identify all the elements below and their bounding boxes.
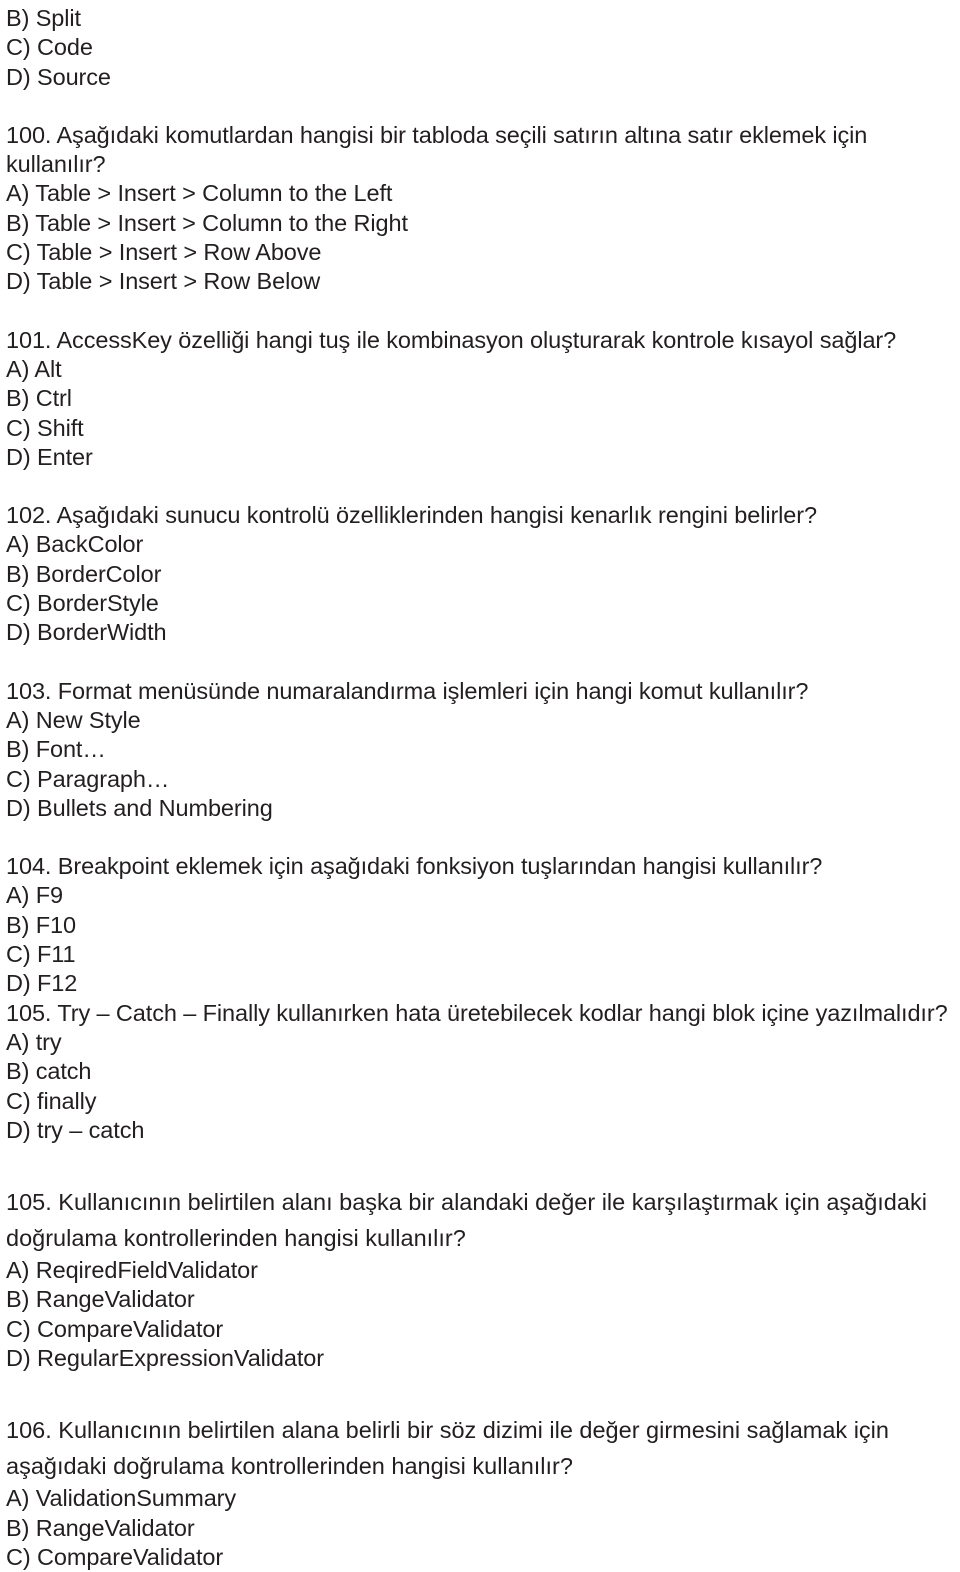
question-104-option-a: A) F9 — [6, 882, 63, 909]
question-105-compare-validator-option-a: A) ReqiredFieldValidator — [6, 1257, 258, 1284]
question-104-prompt: 104. Breakpoint eklemek için aşağıdaki f… — [6, 853, 823, 880]
option-c: C) Code — [6, 34, 93, 61]
document-page: B) Split C) Code D) Source 100. Aşağıdak… — [0, 0, 960, 1570]
question-105-compare-validator-option-d: D) RegularExpressionValidator — [6, 1344, 324, 1371]
question-106: 106. Kullanıcının belirtilen alana belir… — [6, 1412, 960, 1572]
question-103-option-d: D) Bullets and Numbering — [6, 794, 273, 821]
question-104-option-c: C) F11 — [6, 941, 76, 968]
document-body: B) Split C) Code D) Source 100. Aşağıdak… — [6, 4, 960, 1572]
question-101: 101. AccessKey özelliği hangi tuş ile ko… — [6, 326, 960, 472]
question-105-compare-validator-option-c: C) CompareValidator — [6, 1315, 224, 1342]
question-102-option-c: C) BorderStyle — [6, 590, 159, 617]
question-103-option-a: A) New Style — [6, 706, 141, 733]
question-105-compare-validator: 105. Kullanıcının belirtilen alanı başka… — [6, 1184, 960, 1373]
question-102: 102. Aşağıdaki sunucu kontrolü özellikle… — [6, 501, 960, 647]
question-105-try-catch-option-b: B) catch — [6, 1058, 92, 1085]
question-105-compare-validator-option-b: B) RangeValidator — [6, 1286, 195, 1313]
question-106-option-a: A) ValidationSummary — [6, 1485, 237, 1512]
question-100-option-c: C) Table > Insert > Row Above — [6, 239, 322, 266]
question-100-option-b: B) Table > Insert > Column to the Right — [6, 209, 408, 236]
question-100-prompt: 100. Aşağıdaki komutlardan hangisi bir t… — [6, 121, 874, 178]
option-d: D) Source — [6, 63, 111, 90]
question-101-option-c: C) Shift — [6, 414, 84, 441]
question-103: 103. Format menüsünde numaralandırma işl… — [6, 677, 960, 823]
question-102-option-a: A) BackColor — [6, 531, 144, 558]
question-104-option-b: B) F10 — [6, 911, 76, 938]
question-105-compare-validator-prompt: 105. Kullanıcının belirtilen alanı başka… — [6, 1189, 934, 1252]
question-101-option-a: A) Alt — [6, 355, 62, 382]
question-105-try-catch-option-c: C) finally — [6, 1087, 97, 1114]
question-102-option-b: B) BorderColor — [6, 560, 162, 587]
question-100: 100. Aşağıdaki komutlardan hangisi bir t… — [6, 121, 960, 297]
question-100-option-a: A) Table > Insert > Column to the Left — [6, 180, 393, 207]
question-103-option-b: B) Font… — [6, 736, 106, 763]
question-101-prompt: 101. AccessKey özelliği hangi tuş ile ko… — [6, 326, 897, 353]
question-105-try-catch: 105. Try – Catch – Finally kullanırken h… — [6, 999, 960, 1145]
question-104-option-d: D) F12 — [6, 970, 78, 997]
question-101-option-d: D) Enter — [6, 443, 93, 470]
question-102-prompt: 102. Aşağıdaki sunucu kontrolü özellikle… — [6, 502, 817, 529]
question-100-option-d: D) Table > Insert > Row Below — [6, 268, 321, 295]
question-104: 104. Breakpoint eklemek için aşağıdaki f… — [6, 852, 960, 998]
option-b: B) Split — [6, 5, 81, 31]
question-103-prompt: 103. Format menüsünde numaralandırma işl… — [6, 677, 809, 704]
question-106-option-c: C) CompareValidator — [6, 1543, 224, 1570]
question-103-option-c: C) Paragraph… — [6, 765, 170, 792]
question-102-option-d: D) BorderWidth — [6, 619, 167, 646]
question-105-try-catch-option-d: D) try – catch — [6, 1116, 145, 1143]
question-105-try-catch-option-a: A) try — [6, 1028, 62, 1055]
question-106-option-b: B) RangeValidator — [6, 1514, 195, 1541]
question-106-prompt: 106. Kullanıcının belirtilen alana belir… — [6, 1417, 896, 1480]
question-101-option-b: B) Ctrl — [6, 385, 72, 412]
continued-options-block: B) Split C) Code D) Source — [6, 4, 960, 92]
question-105-try-catch-prompt: 105. Try – Catch – Finally kullanırken h… — [6, 999, 948, 1026]
